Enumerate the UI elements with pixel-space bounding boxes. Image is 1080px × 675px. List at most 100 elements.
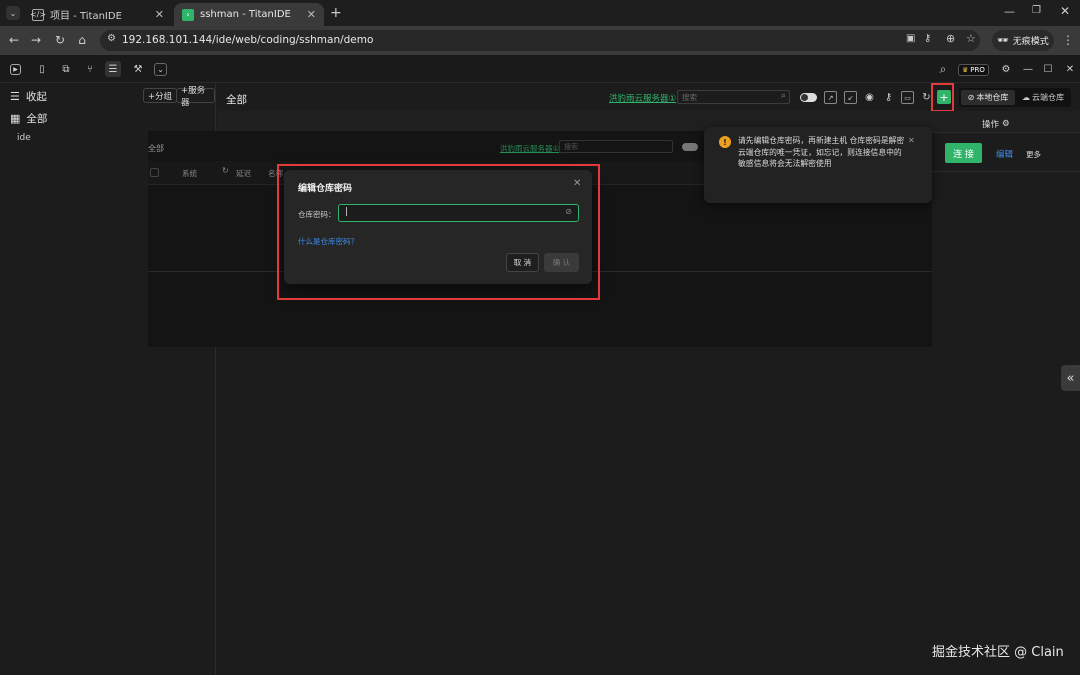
maximize-icon[interactable]: ☐ [1040, 61, 1056, 77]
restore-button[interactable]: ❐ [1032, 5, 1041, 16]
add-host-highlight [931, 83, 954, 112]
app-toolbar: ▶ ▯ ⧉ ⑂ ☰ ⚒ ⌄ ⌕ ♛ PRO ⚙ — ☐ ✕ [0, 55, 1080, 83]
ghost-checkbox [150, 168, 159, 177]
crown-icon: ♛ [962, 66, 969, 74]
sidebar-item-ide[interactable]: ide [17, 133, 31, 143]
page-title: 全部 [226, 94, 247, 106]
omnibox[interactable]: ⚙ 192.168.101.144/ide/web/coding/sshman/… [100, 30, 980, 51]
add-server-button[interactable]: +服务器 [176, 86, 215, 108]
export-icon[interactable]: ↙ [844, 91, 857, 104]
close-icon[interactable]: ✕ [1062, 61, 1078, 77]
dialog-highlight [277, 164, 600, 300]
ghost-search: 搜索 [559, 140, 673, 153]
url-text: 192.168.101.144/ide/web/coding/sshman/de… [122, 34, 374, 46]
browser-tab-sshman[interactable]: › sshman - TitanIDE ✕ [174, 3, 324, 26]
home-button[interactable]: ⌂ [74, 32, 90, 48]
server-list-icon[interactable]: ☰ [105, 61, 121, 77]
table-header-strip [217, 111, 1080, 133]
code-icon: </> [29, 8, 47, 21]
ghost-col-latency: 延迟 [236, 169, 251, 178]
collapse-icon: ☰ [10, 90, 20, 103]
sidebar-item-all[interactable]: ▦ 全部 [10, 111, 47, 126]
warning-icon: ! [719, 136, 731, 148]
edit-link[interactable]: 编辑 [996, 148, 1013, 160]
repo-switch: ⊘ 本地仓库 ☁ 云端仓库 [959, 88, 1071, 107]
tab-search-button[interactable]: ⌄ [6, 6, 20, 20]
ghost-search-placeholder: 搜索 [564, 143, 578, 151]
actions-header-label: 操作 [982, 120, 1000, 130]
cloud-server-link[interactable]: 洪豹雨云服务器① [609, 92, 676, 104]
tab-title: sshman - TitanIDE [200, 9, 291, 20]
menu-icon[interactable]: ⋮ [1060, 32, 1076, 48]
add-group-button[interactable]: +分组 [143, 88, 178, 103]
local-repo-label: 本地仓库 [976, 93, 1009, 102]
browser-tab-project[interactable]: </> 项目 - TitanIDE ✕ [24, 3, 172, 26]
close-window-button[interactable]: ✕ [1060, 4, 1070, 18]
ghost-cloud-link: 洪豹雨云服务器① [500, 144, 560, 153]
incognito-indicator[interactable]: 🕶 无痕模式 [992, 30, 1054, 51]
compass-icon: ⊘ [967, 93, 975, 102]
cloud-icon: ☁ [1022, 93, 1030, 102]
refresh-icon: ↻ [222, 166, 229, 175]
forward-button[interactable]: → [28, 32, 44, 48]
reload-button[interactable]: ↻ [52, 32, 68, 48]
search-icon: ⌕ [780, 91, 786, 101]
main-header: 全部 洪豹雨云服务器① 搜索 ⌕ ↗ ↙ ◉ ⚷ ▭ ↻ + ⊘ 本地仓库 ☁ … [217, 83, 1080, 112]
collapse-label: 收起 [25, 91, 47, 103]
warning-notification: ! ✕ 请先编辑仓库密码，再新建主机 仓库密码是解密云端仓库的唯一凭证，如忘记，… [704, 127, 932, 203]
address-bar-row: ← → ↻ ⌂ ⚙ 192.168.101.144/ide/web/coding… [0, 26, 1080, 55]
close-icon[interactable]: ✕ [908, 136, 915, 145]
search-icon[interactable]: ⌕ [935, 61, 951, 77]
incognito-label: 无痕模式 [1012, 37, 1049, 47]
terminal-icon[interactable]: ▭ [901, 91, 914, 104]
key-icon[interactable]: ⚷ [882, 91, 895, 104]
run-icon[interactable]: ▶ [10, 64, 21, 75]
ghost-toggle [682, 143, 698, 151]
zoom-icon[interactable]: ⊕ [946, 32, 955, 45]
sidebar-item-label: ide [17, 133, 31, 143]
cloud-repo-tab[interactable]: ☁ 云端仓库 [1017, 90, 1069, 105]
local-repo-tab[interactable]: ⊘ 本地仓库 [961, 90, 1015, 105]
terminal-icon: › [182, 8, 194, 21]
ghost-title: 全部 [148, 144, 164, 153]
view-toggle[interactable] [800, 93, 817, 102]
eye-icon[interactable]: ◉ [863, 91, 876, 104]
import-icon[interactable]: ↗ [824, 91, 837, 104]
close-icon[interactable]: ✕ [307, 8, 316, 21]
chevron-down-icon[interactable]: ⌄ [154, 63, 167, 76]
connect-button[interactable]: 连 接 [945, 143, 982, 163]
table-row: 连 接 编辑 更多 [932, 134, 1080, 172]
gear-icon[interactable]: ⚙ [1002, 119, 1010, 129]
tab-title: 项目 - TitanIDE [50, 11, 122, 22]
sidebar-item-label: 全部 [26, 113, 48, 125]
install-icon[interactable]: ▣ [906, 33, 915, 44]
cloud-repo-label: 云端仓库 [1032, 93, 1064, 102]
minimize-panel-icon[interactable]: — [1020, 61, 1036, 77]
more-link[interactable]: 更多 [1026, 149, 1041, 160]
pro-badge[interactable]: ♛ PRO [958, 64, 989, 76]
close-icon[interactable]: ✕ [155, 8, 164, 21]
watermark: 掘金技术社区 @ Clain [932, 645, 1064, 660]
git-icon[interactable]: ⑂ [82, 61, 98, 77]
new-tab-button[interactable]: + [330, 5, 342, 21]
search-placeholder: 搜索 [682, 93, 697, 102]
notice-text: 请先编辑仓库密码，再新建主机 仓库密码是解密云端仓库的唯一凭证，如忘记，则连接信… [738, 136, 905, 168]
search-input[interactable]: 搜索 ⌕ [677, 90, 790, 104]
site-info-icon[interactable]: ⚙ [107, 33, 116, 44]
minimize-button[interactable]: — [1004, 5, 1015, 18]
expand-panel-button[interactable]: « [1061, 365, 1080, 391]
key-icon[interactable]: ⚷ [924, 33, 931, 44]
gear-icon[interactable]: ⚙ [998, 61, 1014, 77]
extensions-icon[interactable]: ⧉ [58, 61, 74, 77]
back-button[interactable]: ← [6, 32, 22, 48]
browser-tab-strip: ⌄ </> 项目 - TitanIDE ✕ › sshman - TitanID… [0, 0, 1080, 26]
wrench-icon[interactable]: ⚒ [130, 61, 146, 77]
grid-icon: ▦ [10, 112, 21, 125]
incognito-icon: 🕶 [997, 35, 1009, 46]
collapse-row[interactable]: ☰ 收起 [10, 89, 47, 104]
ghost-col-system: 系统 [182, 169, 197, 178]
pro-label: PRO [970, 66, 985, 74]
file-icon[interactable]: ▯ [34, 61, 50, 77]
star-icon[interactable]: ☆ [966, 32, 976, 45]
actions-column-header: 操作 ⚙ [982, 118, 1010, 130]
